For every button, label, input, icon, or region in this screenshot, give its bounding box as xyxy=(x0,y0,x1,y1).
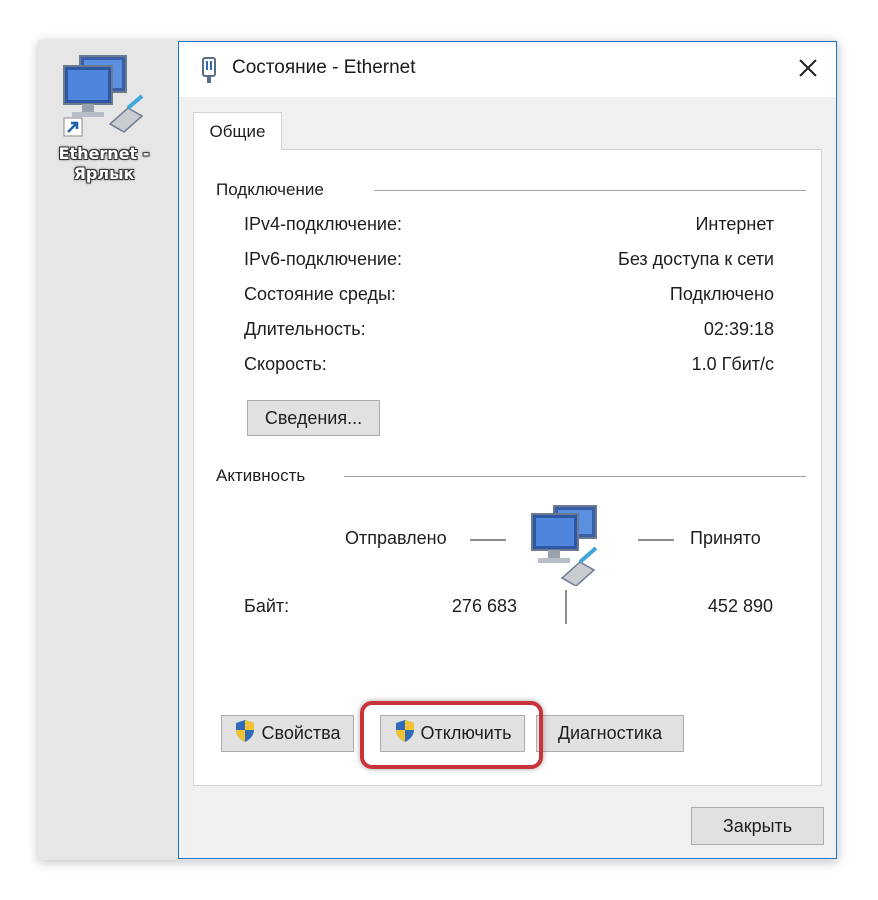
bytes-label: Байт: xyxy=(244,596,290,616)
general-tab-panel: Подключение IPv4-подключение: Интернет I… xyxy=(193,149,822,786)
close-window-button[interactable] xyxy=(780,42,836,94)
properties-label: Свойства xyxy=(261,723,341,743)
info-row-ipv4: IPv4-подключение: Интернет xyxy=(244,214,774,238)
bytes-received-value: 452 890 xyxy=(707,596,773,616)
speed-label: Скорость: xyxy=(244,354,327,374)
duration-value: 02:39:18 xyxy=(703,319,774,339)
tab-general[interactable]: Общие xyxy=(193,112,282,150)
network-computers-icon xyxy=(63,55,144,137)
activity-heading: Активность xyxy=(216,466,318,486)
uac-shield-icon xyxy=(234,719,256,748)
disable-button[interactable]: Отключить xyxy=(380,715,525,752)
info-row-duration: Длительность: 02:39:18 xyxy=(244,319,774,343)
connection-divider xyxy=(374,190,806,191)
bytes-sent-value: 276 683 xyxy=(451,596,517,616)
media-state-label: Состояние среды: xyxy=(244,284,396,304)
window-title: Состояние - Ethernet xyxy=(232,57,416,78)
close-icon xyxy=(799,59,817,77)
ethernet-plug-icon xyxy=(199,56,219,89)
ethernet-status-window: Состояние - Ethernet Общие Подключение I… xyxy=(178,41,837,859)
sent-label: Отправлено xyxy=(345,528,447,548)
info-row-media-state: Состояние среды: Подключено xyxy=(244,284,774,308)
shortcut-label: Ethernet - Ярлык xyxy=(58,144,150,183)
ipv6-label: IPv6-подключение: xyxy=(244,249,402,269)
properties-button[interactable]: Свойства xyxy=(221,715,354,752)
ipv4-value: Интернет xyxy=(695,214,774,234)
close-button[interactable]: Закрыть xyxy=(691,807,824,845)
details-button[interactable]: Сведения... xyxy=(247,400,380,436)
activity-divider xyxy=(344,476,806,477)
diagnose-button[interactable]: Диагностика xyxy=(536,715,684,752)
ipv4-label: IPv4-подключение: xyxy=(244,214,402,234)
ethernet-shortcut[interactable]: Ethernet - Ярлык xyxy=(52,50,156,210)
received-label: Принято xyxy=(690,528,761,548)
received-dash xyxy=(638,539,674,541)
ipv6-value: Без доступа к сети xyxy=(618,249,774,269)
media-state-value: Подключено xyxy=(669,284,774,304)
uac-shield-icon xyxy=(394,719,416,748)
title-bar[interactable]: Состояние - Ethernet xyxy=(179,42,836,97)
sent-dash xyxy=(470,539,506,541)
duration-label: Длительность: xyxy=(244,319,366,339)
info-row-speed: Скорость: 1.0 Гбит/с xyxy=(244,354,774,378)
disable-label: Отключить xyxy=(420,723,512,743)
network-activity-icon xyxy=(531,505,598,586)
window-client-area: Общие Подключение IPv4-подключение: Инте… xyxy=(179,97,836,858)
bytes-separator xyxy=(565,590,567,624)
info-row-ipv6: IPv6-подключение: Без доступа к сети xyxy=(244,249,774,273)
connection-heading: Подключение xyxy=(216,180,336,200)
speed-value: 1.0 Гбит/с xyxy=(691,354,774,374)
